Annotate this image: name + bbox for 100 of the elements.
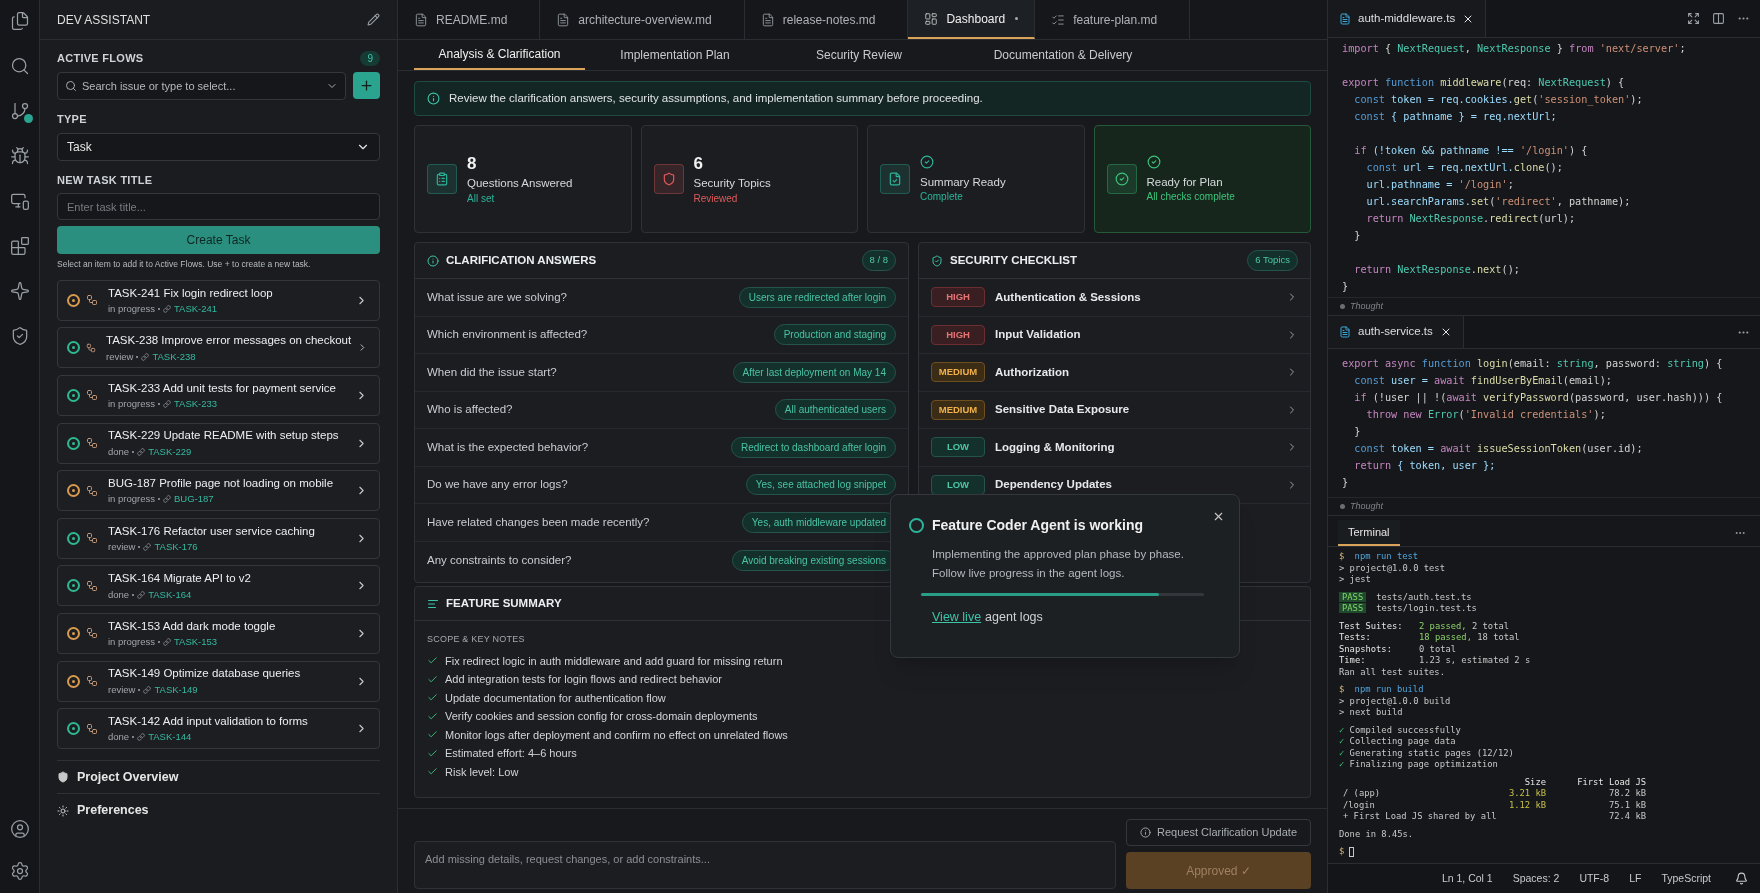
editor-tab[interactable]: Dashboard bbox=[908, 0, 1036, 39]
info-icon bbox=[427, 92, 440, 105]
editor-tab[interactable]: auth-service.ts bbox=[1328, 316, 1464, 348]
bell-icon[interactable] bbox=[1735, 872, 1748, 885]
task-link[interactable]: TASK-153 bbox=[174, 636, 218, 649]
section-tab[interactable]: Documentation & Delivery bbox=[953, 40, 1173, 70]
severity-tag: MEDIUM bbox=[931, 399, 985, 420]
section-tab[interactable]: Implementation Plan bbox=[585, 40, 765, 70]
editor-tab[interactable]: feature-plan.md bbox=[1035, 0, 1191, 39]
task-item[interactable]: TASK-149 Optimize database queries review TASK-149 bbox=[57, 660, 380, 702]
close-icon[interactable] bbox=[1212, 510, 1225, 523]
task-link[interactable]: TASK-144 bbox=[148, 731, 192, 744]
task-link[interactable]: TASK-176 bbox=[154, 540, 198, 553]
expand-icon[interactable] bbox=[1687, 12, 1700, 25]
monitor-icon[interactable] bbox=[10, 191, 30, 211]
task-item[interactable]: TASK-164 Migrate API to v2 done TASK-164 bbox=[57, 565, 380, 607]
link-icon bbox=[143, 685, 152, 694]
code-line: return NextResponse.next(); bbox=[1353, 263, 1521, 277]
files-icon[interactable] bbox=[10, 11, 30, 31]
task-item[interactable]: TASK-238 Improve error messages on checkout review TASK-238 bbox=[57, 327, 380, 369]
count-badge: 6 Topics bbox=[1247, 250, 1298, 271]
task-link[interactable]: TASK-149 bbox=[154, 683, 198, 696]
account-icon[interactable] bbox=[10, 819, 30, 839]
nav-link[interactable]: Preferences bbox=[77, 801, 149, 820]
blocks-icon[interactable] bbox=[10, 236, 30, 256]
task-item[interactable]: TASK-176 Refactor user service caching review TASK-176 bbox=[57, 517, 380, 559]
question-text: What is the expected behavior? bbox=[427, 439, 589, 455]
task-link[interactable]: TASK-164 bbox=[148, 588, 192, 601]
task-item[interactable]: TASK-233 Add unit tests for payment service in progress TASK-233 bbox=[57, 374, 380, 416]
task-link[interactable]: TASK-241 bbox=[174, 303, 218, 315]
terminal-line: $ bbox=[1339, 840, 1749, 858]
search-field[interactable]: Search issue or type to select... bbox=[57, 72, 346, 100]
task-item[interactable]: BUG-187 Profile page not loading on mobile in progress BUG-187 bbox=[57, 470, 380, 512]
status-item[interactable]: UTF-8 bbox=[1579, 870, 1610, 887]
type-select[interactable]: Task bbox=[57, 132, 380, 161]
terminal-tab[interactable]: Terminal bbox=[1338, 520, 1400, 546]
task-link[interactable]: TASK-238 bbox=[152, 350, 196, 363]
task-item[interactable]: TASK-229 Update README with setup steps done TASK-229 bbox=[57, 422, 380, 464]
view-logs-link[interactable]: View live bbox=[932, 608, 982, 627]
task-title-field[interactable]: Enter task title... bbox=[57, 193, 380, 220]
request-update-button[interactable]: Request Clarification Update bbox=[1126, 819, 1311, 846]
checklist-row[interactable]: MEDIUM Authorization bbox=[919, 354, 1310, 392]
section-tab[interactable]: Security Review bbox=[765, 40, 953, 70]
task-status: done bbox=[108, 731, 130, 744]
task-status: in progress bbox=[108, 636, 155, 649]
task-link[interactable]: TASK-229 bbox=[148, 445, 192, 458]
bug-icon[interactable] bbox=[10, 146, 30, 166]
summary-item: Estimated effort: 4–6 hours bbox=[445, 746, 577, 761]
editor-tab[interactable]: architecture-overview.md bbox=[540, 0, 745, 39]
shield-icon[interactable] bbox=[10, 326, 30, 346]
summary-item: Monitor logs after deployment and confirm no effect on unrelated flows bbox=[445, 727, 788, 743]
settings-icon[interactable] bbox=[10, 861, 30, 881]
add-button[interactable] bbox=[353, 72, 380, 99]
checklist-row[interactable]: HIGH Input Validation bbox=[919, 316, 1310, 354]
route-cell: / (app) bbox=[1343, 788, 1381, 798]
terminal-line: $ npm run test bbox=[1339, 551, 1420, 563]
split-icon[interactable] bbox=[1712, 12, 1725, 25]
topic-text: Logging & Monitoring bbox=[995, 439, 1116, 455]
section-label: TYPE bbox=[57, 112, 88, 127]
sparkle-icon[interactable] bbox=[10, 281, 30, 301]
message-field[interactable]: Add missing details, request changes, or add constraints... bbox=[414, 841, 1116, 889]
code-line: return { token, user }; bbox=[1353, 459, 1497, 473]
nav-link[interactable]: Project Overview bbox=[77, 767, 179, 787]
task-link[interactable]: BUG-187 bbox=[174, 493, 214, 506]
code-line: const { pathname } = req.nextUrl; bbox=[1353, 110, 1558, 124]
status-item[interactable]: Ln 1, Col 1 bbox=[1441, 870, 1493, 887]
code-line: const token = req.cookies.get('session_token'); bbox=[1353, 93, 1644, 108]
editor-tab[interactable]: README.md bbox=[398, 0, 541, 39]
link-icon bbox=[163, 638, 171, 647]
code-line: return NextResponse.redirect(url); bbox=[1365, 212, 1577, 226]
create-task-button[interactable]: Create Task bbox=[57, 226, 380, 254]
task-title: TASK-238 Improve error messages on checkout bbox=[105, 333, 352, 348]
branch-icon[interactable] bbox=[10, 101, 30, 121]
checklist-row[interactable]: LOW Logging & Monitoring bbox=[919, 429, 1310, 467]
code-line: const url = req.nextUrl.clone(); bbox=[1365, 161, 1564, 175]
stat-value: 6 bbox=[693, 152, 704, 175]
editor-tab[interactable]: auth-middleware.ts bbox=[1328, 0, 1487, 37]
checklist-row[interactable]: HIGH Authentication & Sessions bbox=[919, 279, 1310, 317]
question-text: What issue are we solving? bbox=[427, 289, 567, 305]
section-tab[interactable]: Analysis & Clarification bbox=[414, 40, 585, 70]
severity-tag: LOW bbox=[931, 437, 985, 458]
search-icon[interactable] bbox=[10, 56, 30, 76]
task-item[interactable]: TASK-153 Add dark mode toggle in progress TASK-153 bbox=[57, 612, 380, 654]
answer-tag: Redirect to dashboard after login bbox=[730, 436, 896, 458]
task-link[interactable]: TASK-233 bbox=[174, 398, 218, 411]
check-circle-icon bbox=[1146, 154, 1161, 169]
summary-item: Fix redirect logic in auth middleware and add guard for missing return bbox=[445, 653, 783, 669]
status-item[interactable]: LF bbox=[1629, 870, 1642, 887]
terminal-line: > project@1.0.0 test bbox=[1339, 562, 1446, 574]
panel-heading: CLARIFICATION ANSWERS bbox=[446, 252, 597, 268]
task-item[interactable]: TASK-241 Fix login redirect loop in progress TASK-241 bbox=[57, 279, 380, 321]
edit-icon[interactable] bbox=[367, 13, 380, 26]
stat-subtext: Reviewed bbox=[693, 192, 739, 206]
status-item[interactable]: TypeScript bbox=[1661, 870, 1711, 887]
task-item[interactable]: TASK-142 Add input validation to forms done TASK-144 bbox=[57, 708, 380, 750]
checklist-row[interactable]: MEDIUM Sensitive Data Exposure bbox=[919, 391, 1310, 429]
task-status: review bbox=[108, 683, 136, 696]
code-line: export async function login(email: string, password: string) { bbox=[1342, 357, 1724, 371]
status-item[interactable]: Spaces: 2 bbox=[1512, 870, 1560, 887]
workflow-icon bbox=[86, 389, 98, 402]
